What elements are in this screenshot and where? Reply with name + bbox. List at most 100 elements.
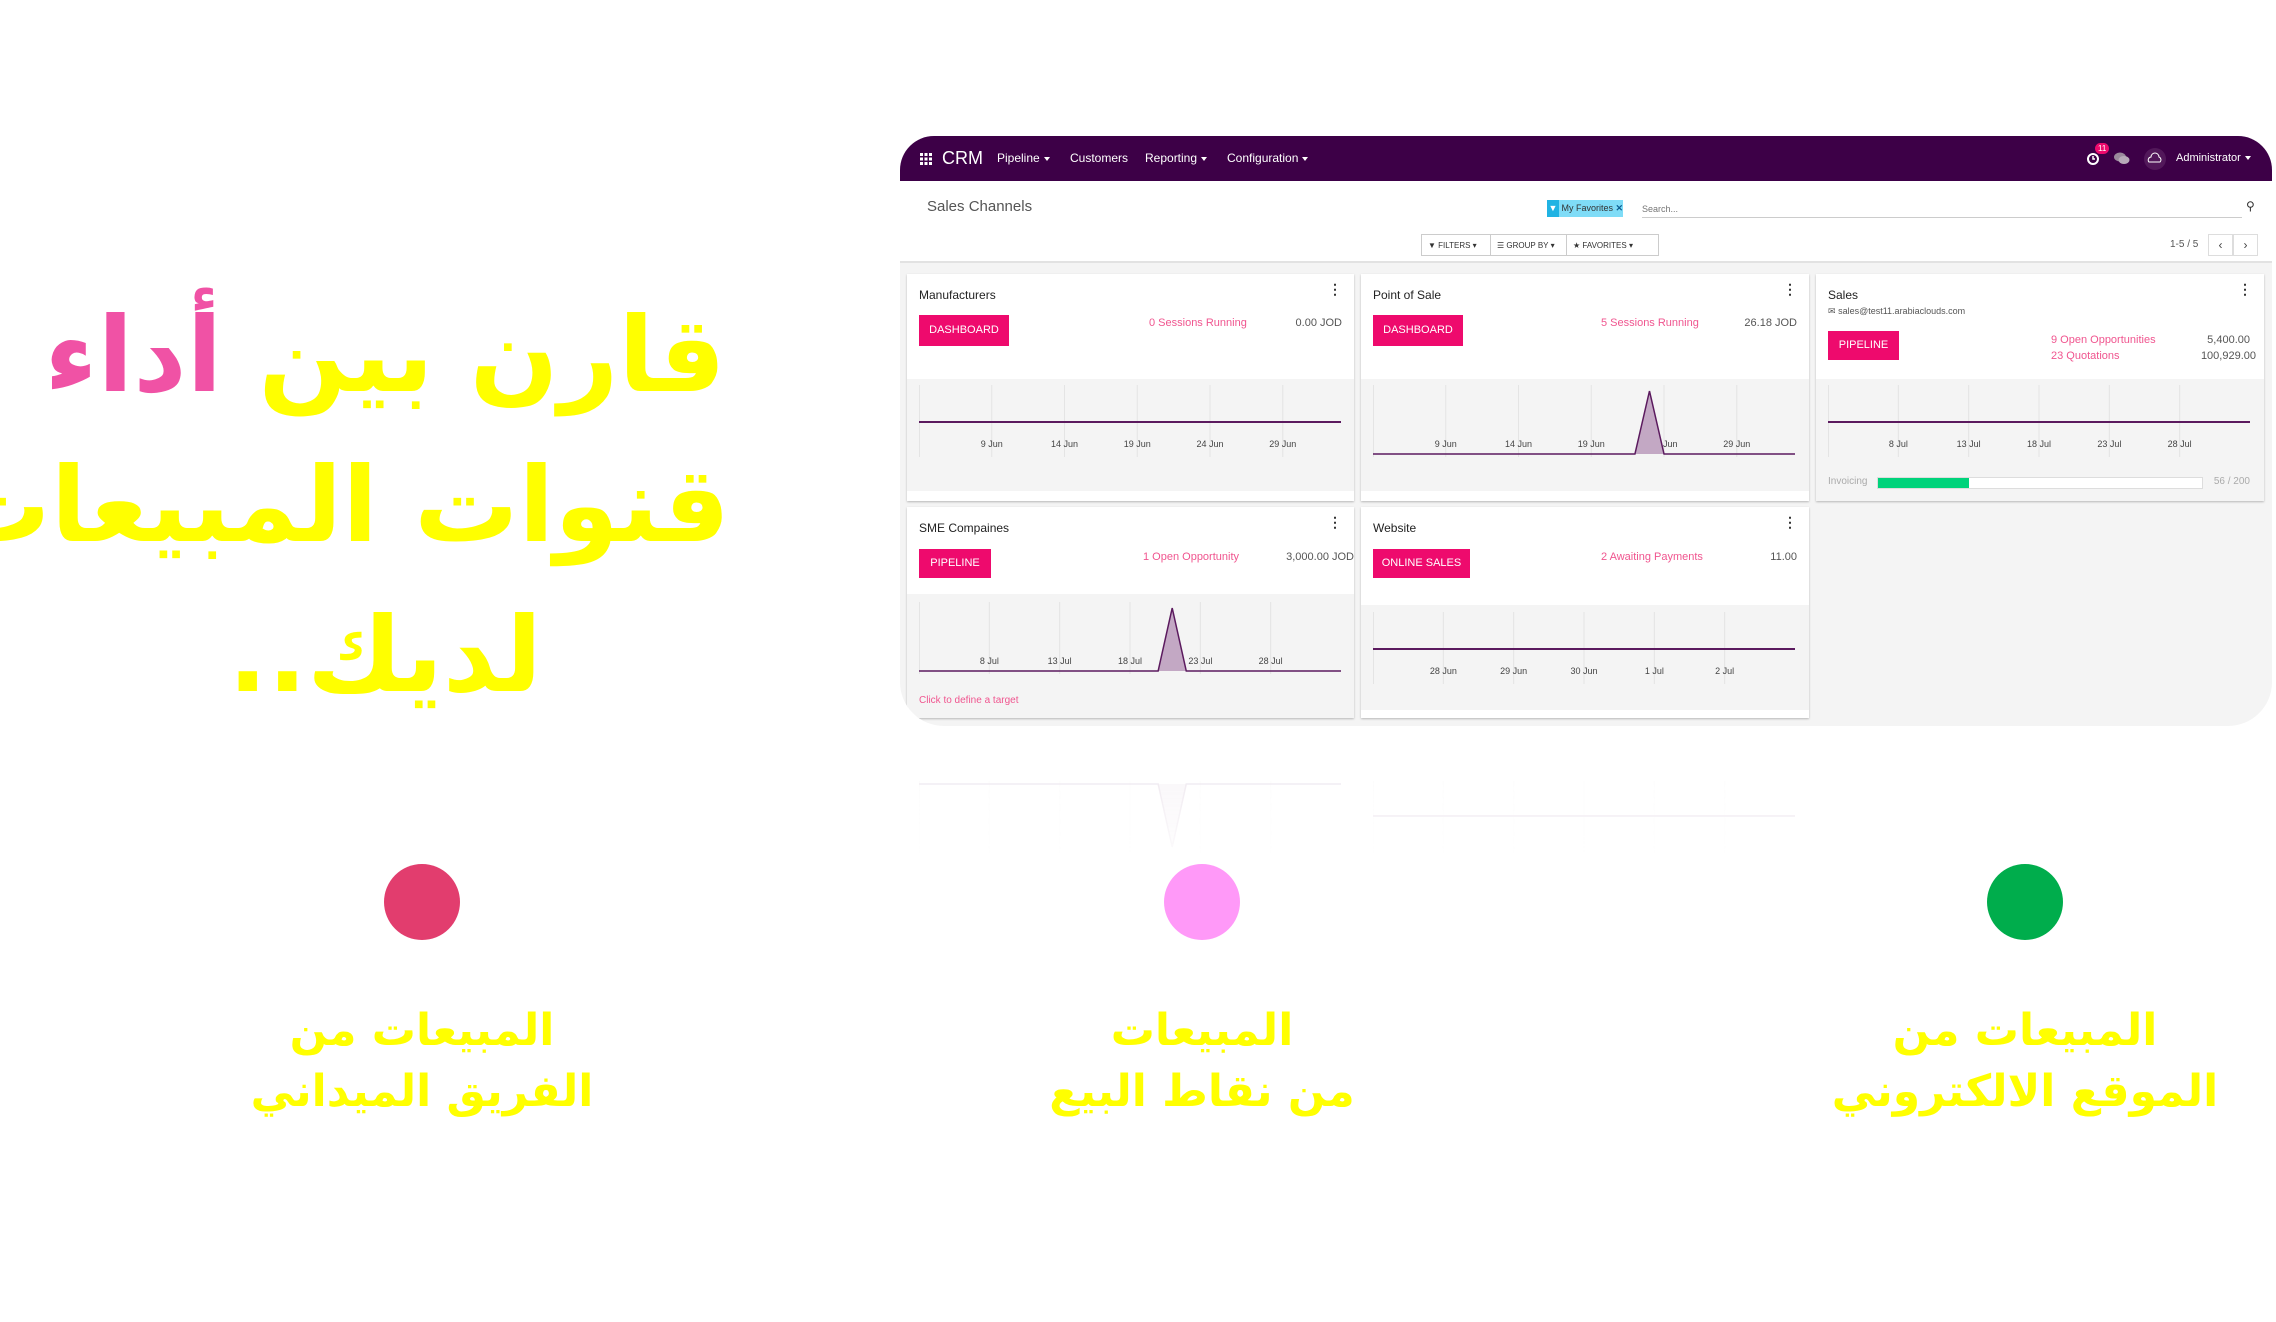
kanban-card-manufacturers[interactable]: Manufacturers ⋮ Dashboard 0 Sessions Run… <box>907 274 1354 501</box>
menu-label: Configuration <box>1227 151 1299 165</box>
favorites-label: FAVORITES <box>1582 241 1627 250</box>
dashboard-button[interactable]: Dashboard <box>1373 315 1463 346</box>
card-value: 11.00 <box>1770 551 1797 563</box>
feature-label: المبيعات <box>1110 1005 1294 1056</box>
pipeline-button[interactable]: Pipeline <box>919 549 991 578</box>
kebab-menu-icon[interactable]: ⋮ <box>1328 515 1342 529</box>
open-opportunities-link[interactable]: 9 Open Opportunities <box>2051 334 2156 346</box>
feature-label: المبيعات من <box>289 1005 555 1056</box>
menu-pipeline[interactable]: Pipeline <box>997 136 1050 181</box>
headline: قارن بين أداء قنوات المبيعات لديك.. <box>0 280 730 730</box>
envelope-icon: ✉ <box>1828 306 1836 316</box>
reflected-chart <box>919 781 1341 853</box>
dot-icon <box>1987 864 2063 940</box>
invoicing-value: 56 / 200 <box>2213 476 2250 487</box>
crm-app-window: CRM Pipeline Customers Reporting Configu… <box>900 136 2272 726</box>
app-title: CRM <box>942 148 983 168</box>
invoicing-progress-bar[interactable] <box>1877 477 2203 489</box>
kanban-card-website[interactable]: Website ⋮ Online Sales 2 Awaiting Paymen… <box>1361 507 1809 718</box>
kebab-menu-icon[interactable]: ⋮ <box>1783 515 1797 529</box>
search-icon[interactable]: ⚲ <box>2246 199 2255 213</box>
card-chart: 9 Jun 14 Jun 19 Jun 24 Jun 29 Jun <box>1373 385 1795 457</box>
chart-tick-label: 29 Jun <box>1723 439 1750 449</box>
kebab-menu-icon[interactable]: ⋮ <box>1328 282 1342 296</box>
chat-icon[interactable] <box>2114 136 2130 181</box>
chart-tick-label: 9 Jun <box>1435 439 1457 449</box>
menu-reporting[interactable]: Reporting <box>1145 136 1208 181</box>
email-row[interactable]: ✉ sales@test11.arabiaclouds.com <box>1828 306 1965 317</box>
kebab-menu-icon[interactable]: ⋮ <box>1783 282 1797 296</box>
kanban-card-point-of-sale[interactable]: Point of Sale ⋮ Dashboard 5 Sessions Run… <box>1361 274 1809 501</box>
chart-tick-label: 9 Jun <box>981 439 1003 449</box>
activity-badge: 11 <box>2095 143 2110 154</box>
chart-tick-label: 19 Jun <box>1578 439 1605 449</box>
menu-customers[interactable]: Customers <box>1070 136 1128 181</box>
caret-down-icon <box>1043 156 1050 161</box>
feature-field-team: المبيعات من الفريق الميداني <box>142 864 702 1122</box>
chart-tick-label: 28 Jun <box>1430 666 1457 676</box>
menu-label: Reporting <box>1145 151 1198 165</box>
chart-tick-label: 13 Jul <box>1957 439 1981 449</box>
chart-tick-label: 2 Jul <box>1715 666 1734 676</box>
dashboard-button[interactable]: Dashboard <box>919 315 1009 346</box>
open-opportunity-link[interactable]: 1 Open Opportunity <box>1143 551 1239 563</box>
online-sales-button[interactable]: Online Sales <box>1373 549 1470 578</box>
quotations-value: 100,929.00 <box>2200 350 2256 362</box>
awaiting-payments-link[interactable]: 2 Awaiting Payments <box>1601 551 1703 563</box>
headline-line1: قارن بين <box>222 294 726 416</box>
headline-highlight: أداء <box>44 294 223 416</box>
kebab-menu-icon[interactable]: ⋮ <box>2238 282 2252 296</box>
avatar-cloud-icon[interactable] <box>2144 136 2166 181</box>
pager-next-button[interactable]: › <box>2233 234 2258 256</box>
caret-down-icon <box>1201 156 1208 161</box>
chart-tick-label: 29 Jun <box>1269 439 1296 449</box>
filters-label: FILTERS <box>1438 241 1471 250</box>
feature-label: من نقاط البيع <box>1049 1066 1355 1117</box>
card-chart: 8 Jul 13 Jul 18 Jul 23 Jul 28 Jul <box>919 602 1341 674</box>
group-by-button[interactable]: ☰ GROUP BY ▾ <box>1490 234 1567 256</box>
sessions-link[interactable]: 5 Sessions Running <box>1601 317 1699 329</box>
menu-label: Pipeline <box>997 151 1040 165</box>
feature-website: المبيعات من الموقع الالكتروني <box>1745 864 2276 1122</box>
card-chart: 8 Jul 13 Jul 18 Jul 23 Jul 28 Jul <box>1828 385 2250 457</box>
pager-value: 1-5 / 5 <box>2170 239 2199 250</box>
chart-tick-label: 23 Jul <box>2097 439 2121 449</box>
favorites-button[interactable]: ★ FAVORITES ▾ <box>1566 234 1659 256</box>
chart-tick-label: 18 Jul <box>1118 656 1142 666</box>
define-target-link[interactable]: Click to define a target <box>919 695 1019 706</box>
chart-tick-label: 14 Jun <box>1051 439 1078 449</box>
chart-tick-label: 24 Jun <box>1197 439 1224 449</box>
kanban-card-sales[interactable]: Sales ⋮ ✉ sales@test11.arabiaclouds.com … <box>1816 274 2264 501</box>
chart-tick-label: 1 Jul <box>1645 666 1664 676</box>
screenshot-reflection <box>907 733 1811 873</box>
card-chart: 28 Jun 29 Jun 30 Jun 1 Jul 2 Jul <box>1373 612 1795 684</box>
control-panel: Sales Channels ▼ My Favorites ✕ ⚲ ▼ FILT… <box>900 181 2272 263</box>
chart-tick-label: 8 Jul <box>1889 439 1908 449</box>
dot-icon <box>1164 864 1240 940</box>
feature-label: المبيعات من <box>1892 1005 2158 1056</box>
search-input[interactable] <box>1642 200 2242 218</box>
kanban-card-sme-companies[interactable]: SME Compaines ⋮ Pipeline 1 Open Opportun… <box>907 507 1354 718</box>
group-by-label: GROUP BY <box>1506 241 1549 250</box>
card-value: 26.18 JOD <box>1744 317 1797 329</box>
search-facet[interactable]: ▼ My Favorites ✕ <box>1547 200 1624 217</box>
filters-button[interactable]: ▼ FILTERS ▾ <box>1421 234 1491 256</box>
card-value: 3,000.00 JOD <box>1286 551 1354 563</box>
card-title: SME Compaines <box>919 521 1010 535</box>
grid-icon[interactable] <box>920 136 932 181</box>
remove-facet-icon[interactable]: ✕ <box>1616 203 1624 213</box>
chart-tick-label: 14 Jun <box>1505 439 1532 449</box>
chart-tick-label: 18 Jul <box>2027 439 2051 449</box>
caret-down-icon <box>2244 156 2251 161</box>
feature-point-of-sale: المبيعات من نقاط البيع <box>922 864 1482 1122</box>
quotations-link[interactable]: 23 Quotations <box>2051 350 2120 362</box>
sessions-link[interactable]: 0 Sessions Running <box>1149 317 1247 329</box>
feature-label: الموقع الالكتروني <box>1831 1066 2219 1117</box>
chart-tick-label: 28 Jul <box>1259 656 1283 666</box>
user-menu[interactable]: Administrator <box>2176 136 2251 181</box>
pipeline-button[interactable]: Pipeline <box>1828 331 1899 360</box>
menu-configuration[interactable]: Configuration <box>1227 136 1309 181</box>
card-title: Website <box>1373 521 1417 535</box>
card-value: 0.00 JOD <box>1295 317 1342 329</box>
pager-previous-button[interactable]: ‹ <box>2208 234 2233 256</box>
